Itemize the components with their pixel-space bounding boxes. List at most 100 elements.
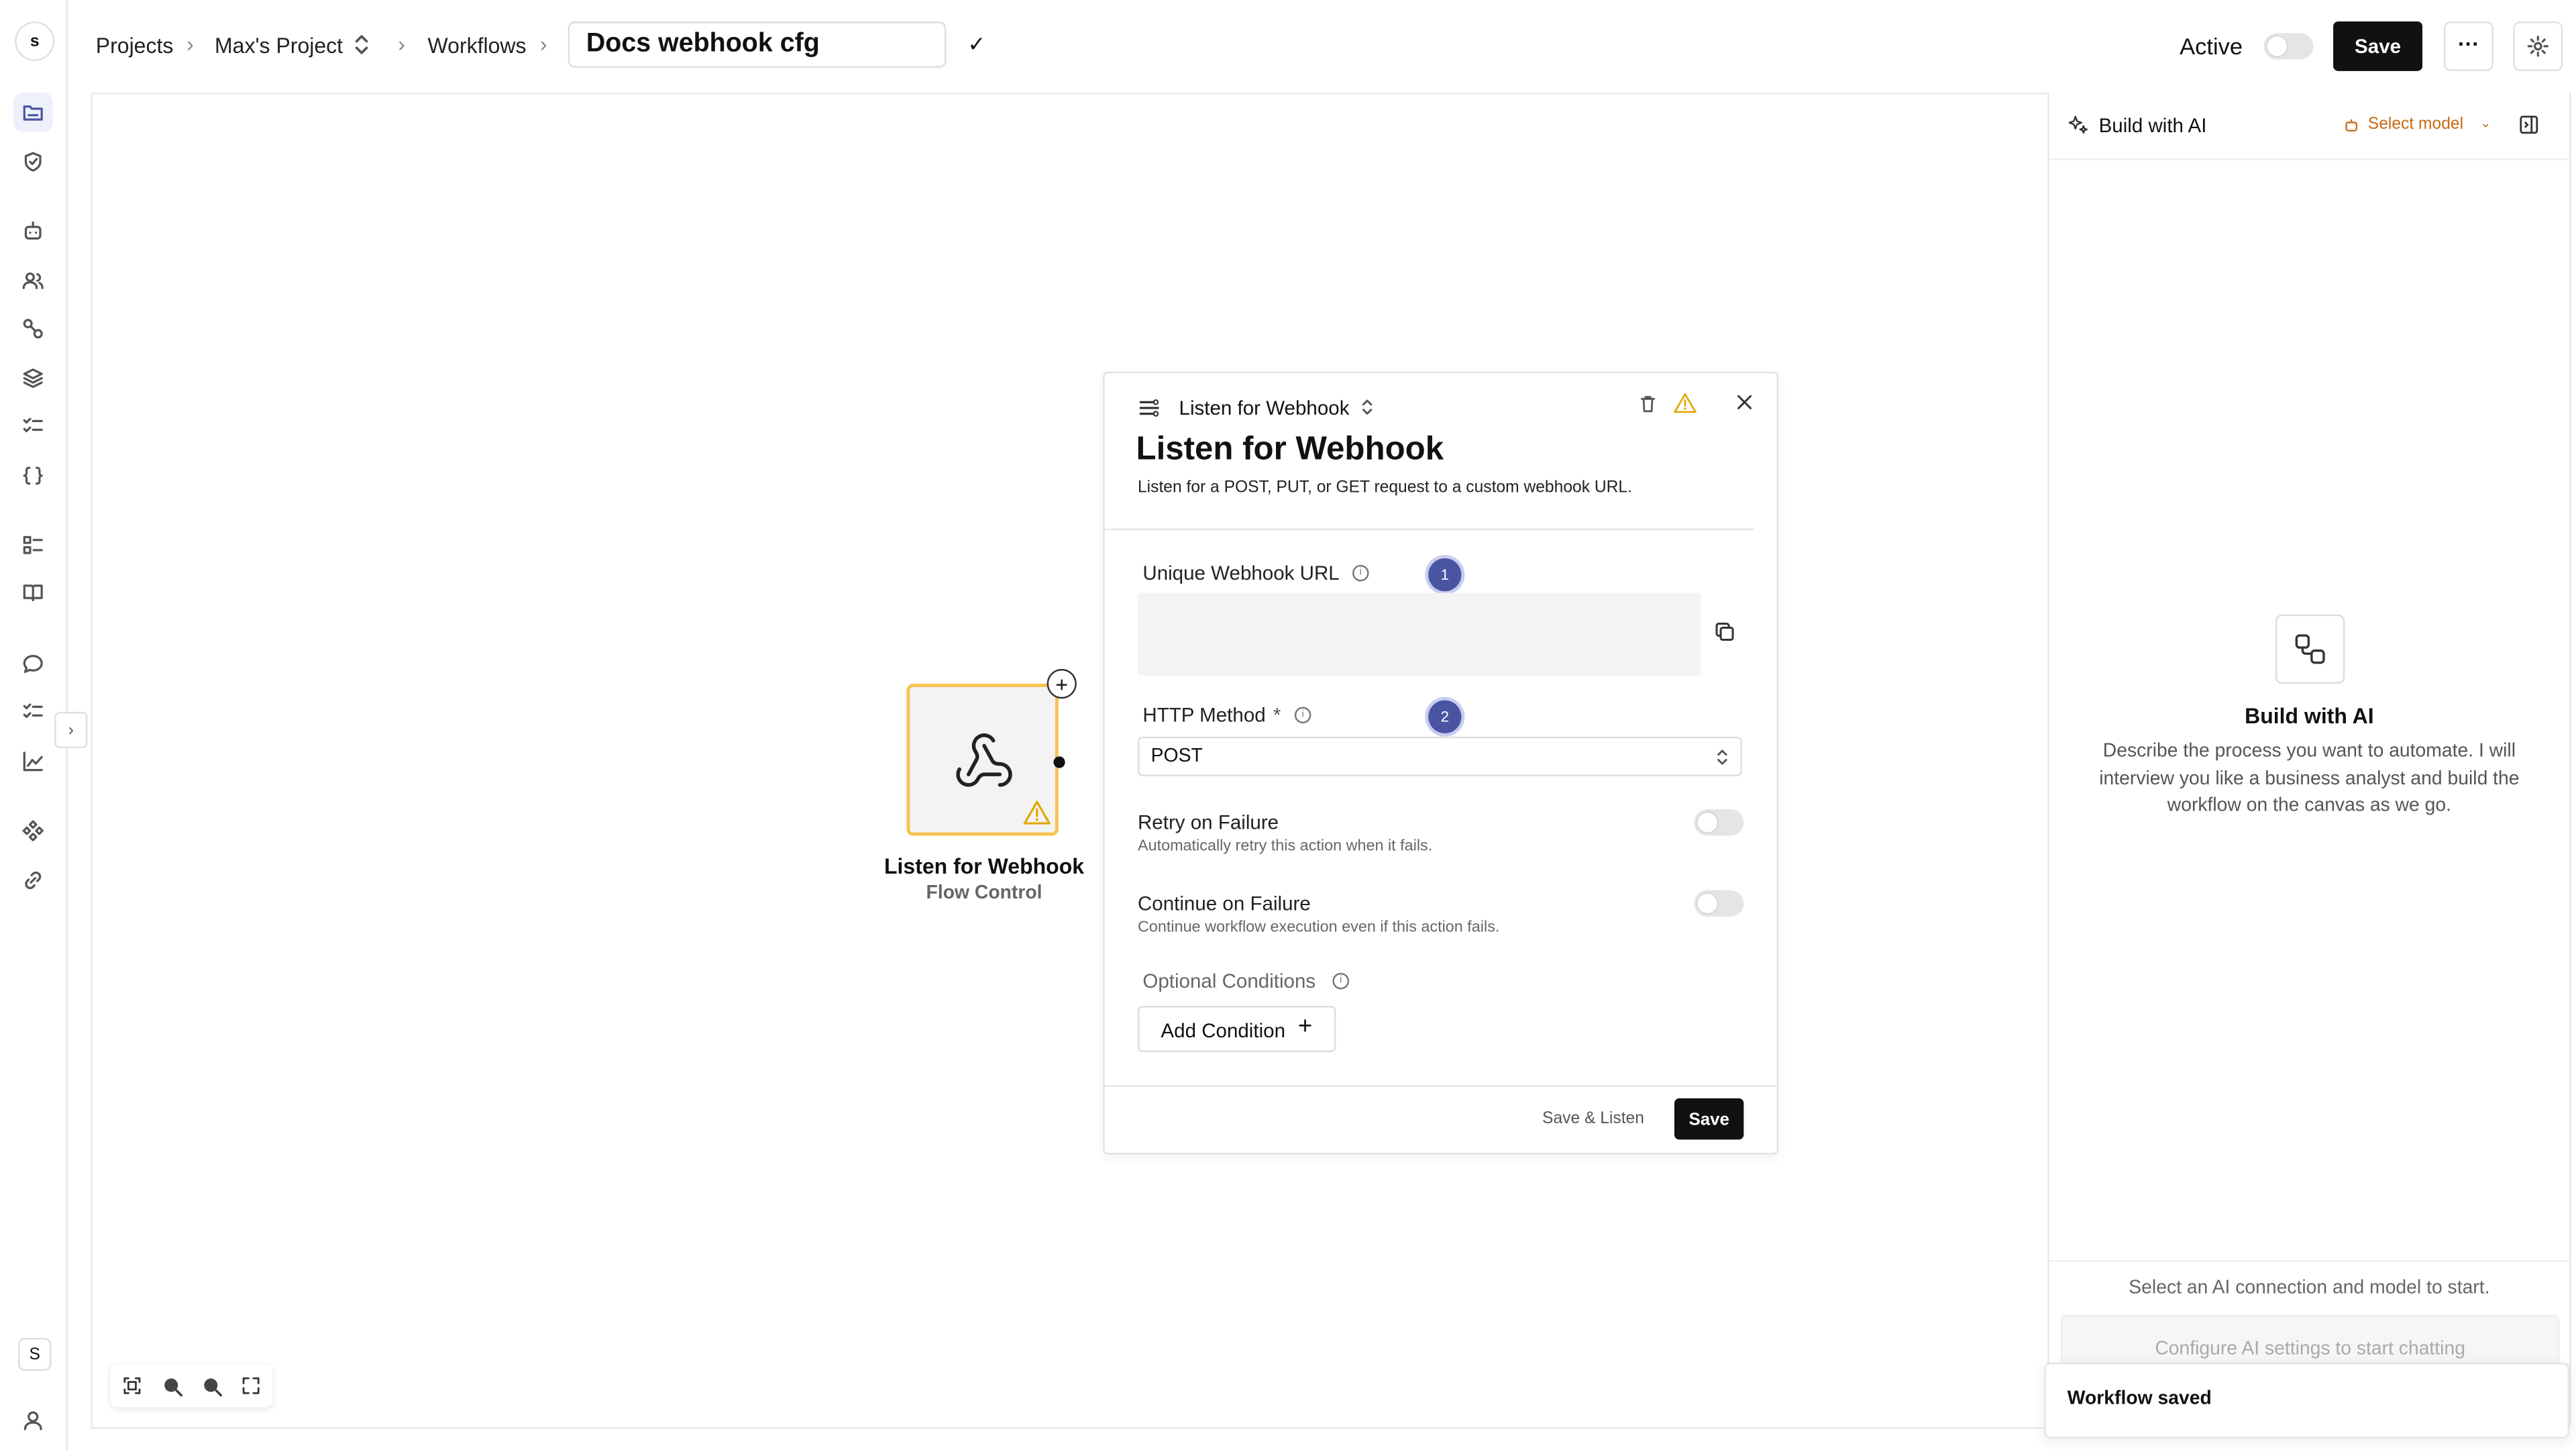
conditions-label: Optional Conditions — [1142, 969, 1316, 993]
rail-item-users-icon[interactable] — [13, 261, 53, 301]
ai-panel-header: Build with AI Select model ⌄ — [2049, 93, 2570, 160]
zoom-out-icon[interactable] — [198, 1373, 224, 1399]
breadcrumb-workflows[interactable]: Workflows — [428, 33, 527, 58]
panel-toggle-icon — [2520, 115, 2538, 134]
add-condition-label: Add Condition — [1161, 1019, 1286, 1043]
expand-sidebar-chevron-icon[interactable]: › — [54, 711, 88, 749]
plus-icon: + — [1297, 1012, 1313, 1041]
rail-item-profile-icon[interactable] — [13, 1400, 53, 1440]
chevron-right-icon: › — [186, 31, 194, 56]
rail-item-tasks-icon[interactable] — [13, 692, 53, 731]
node-config-panel: Listen for Webhook Listen for Webhook Li… — [1103, 371, 1779, 1155]
chevron-up-down-icon — [1715, 748, 1729, 766]
rail-item-connections-icon[interactable] — [13, 309, 53, 348]
ai-empty-icon-box — [2275, 614, 2345, 684]
rail-item-layers-icon[interactable] — [13, 358, 53, 398]
chevron-right-icon: › — [398, 31, 405, 56]
rail-item-chat-icon[interactable] — [13, 644, 53, 684]
http-method-label: HTTP Method — [1142, 703, 1266, 727]
ai-header-title: Build with AI — [2098, 113, 2207, 138]
rail-item-link-icon[interactable] — [13, 860, 53, 900]
add-condition-button[interactable]: Add Condition + — [1137, 1006, 1336, 1052]
info-icon[interactable]: i — [1332, 972, 1350, 990]
workflow-icon — [2295, 634, 2325, 664]
divider — [2049, 1260, 2570, 1262]
http-method-select[interactable]: POST — [1137, 736, 1742, 776]
step-badge-2: 2 — [1428, 700, 1462, 733]
rail-item-book-icon[interactable] — [13, 573, 53, 613]
panel-save-button[interactable]: Save — [1674, 1098, 1744, 1140]
sparkles-icon — [2068, 115, 2088, 134]
rail-item-workflows-icon[interactable] — [13, 92, 53, 132]
close-icon[interactable] — [1735, 393, 1754, 411]
flow-control-icon — [1139, 399, 1159, 417]
breadcrumb-project[interactable]: Max's Project — [215, 33, 343, 58]
more-options-button[interactable]: ··· — [2444, 21, 2493, 71]
info-icon[interactable]: i — [1294, 707, 1311, 724]
continue-toggle[interactable] — [1694, 890, 1744, 917]
continue-description: Continue workflow execution even if this… — [1137, 918, 1500, 937]
save-button[interactable]: Save — [2333, 21, 2423, 71]
node-type-selector[interactable]: Listen for Webhook — [1179, 397, 1350, 419]
retry-label: Retry on Failure — [1137, 811, 1279, 835]
rail-item-braces-icon[interactable] — [13, 456, 53, 495]
ai-hint: Select an AI connection and model to sta… — [2129, 1278, 2490, 1298]
node-title: Listen for Webhook — [883, 853, 1085, 879]
webhook-icon — [956, 733, 1012, 787]
add-step-plus-icon[interactable]: + — [1046, 668, 1077, 699]
breadcrumb-projects[interactable]: Projects — [96, 33, 174, 58]
user-avatar[interactable]: S — [18, 1337, 52, 1371]
delete-trash-icon[interactable] — [1638, 393, 1658, 415]
continue-label: Continue on Failure — [1137, 892, 1311, 915]
webhook-url-label: Unique Webhook URL — [1142, 561, 1340, 585]
rail-item-checklist-icon[interactable] — [13, 407, 53, 446]
node-output-handle[interactable] — [1053, 756, 1065, 768]
workflow-name-input[interactable]: Docs webhook cfg — [568, 21, 947, 68]
toast-notification: Workflow saved — [2044, 1362, 2570, 1439]
confirm-check-icon[interactable]: ✓ — [967, 32, 985, 58]
panel-title: Listen for Webhook — [1136, 431, 1444, 468]
chevron-right-icon: › — [539, 31, 547, 56]
save-listen-button[interactable]: Save & Listen — [1542, 1110, 1644, 1128]
select-model-dropdown[interactable]: Select model — [2368, 115, 2463, 134]
fit-view-icon[interactable] — [119, 1373, 145, 1399]
info-icon[interactable]: i — [1352, 564, 1369, 582]
divider — [1104, 1085, 1777, 1087]
rail-item-components-icon[interactable] — [13, 811, 53, 851]
settings-button[interactable] — [2513, 21, 2563, 71]
chevron-up-down-icon[interactable] — [354, 33, 370, 56]
required-mark: * — [1273, 703, 1281, 727]
ai-empty-description: Describe the process you want to automat… — [2099, 741, 2520, 816]
copy-icon[interactable] — [1714, 621, 1735, 643]
chevron-up-down-icon[interactable] — [1360, 398, 1374, 416]
rail-item-shield-icon[interactable] — [13, 142, 53, 182]
top-bar: Projects › Max's Project › Workflows › D… — [68, 0, 2576, 93]
active-label: Active — [2180, 33, 2243, 60]
zoom-controls — [110, 1364, 273, 1408]
bot-icon — [2345, 119, 2358, 132]
rail-item-bot-icon[interactable] — [13, 211, 53, 251]
webhook-url-field[interactable] — [1137, 592, 1701, 676]
retry-toggle[interactable] — [1694, 809, 1744, 836]
toast-message: Workflow saved — [2067, 1389, 2212, 1409]
rail-item-list-icon[interactable] — [13, 525, 53, 565]
retry-description: Automatically retry this action when it … — [1137, 837, 1433, 856]
more-icon: ··· — [2457, 30, 2479, 56]
step-badge-1: 1 — [1428, 558, 1462, 592]
warning-icon[interactable] — [1672, 391, 1697, 414]
node-subtitle: Flow Control — [926, 883, 1042, 904]
zoom-in-icon[interactable] — [158, 1373, 184, 1399]
ai-chat-placeholder: Configure AI settings to start chatting — [2155, 1339, 2465, 1359]
ai-empty-title: Build with AI — [2245, 703, 2374, 729]
warning-icon — [1023, 800, 1051, 825]
fullscreen-icon[interactable] — [237, 1373, 264, 1399]
rail-item-chart-icon[interactable] — [13, 741, 53, 781]
workspace-avatar[interactable]: s — [15, 21, 55, 62]
active-toggle[interactable] — [2263, 33, 2314, 60]
webhook-node[interactable] — [906, 684, 1059, 836]
gear-icon — [2527, 36, 2548, 57]
http-method-value: POST — [1150, 746, 1203, 767]
ai-panel: Build with AI Select model ⌄ Build with … — [2047, 92, 2571, 1426]
divider — [1104, 528, 1754, 531]
chevron-down-icon[interactable]: ⌄ — [2480, 115, 2491, 130]
